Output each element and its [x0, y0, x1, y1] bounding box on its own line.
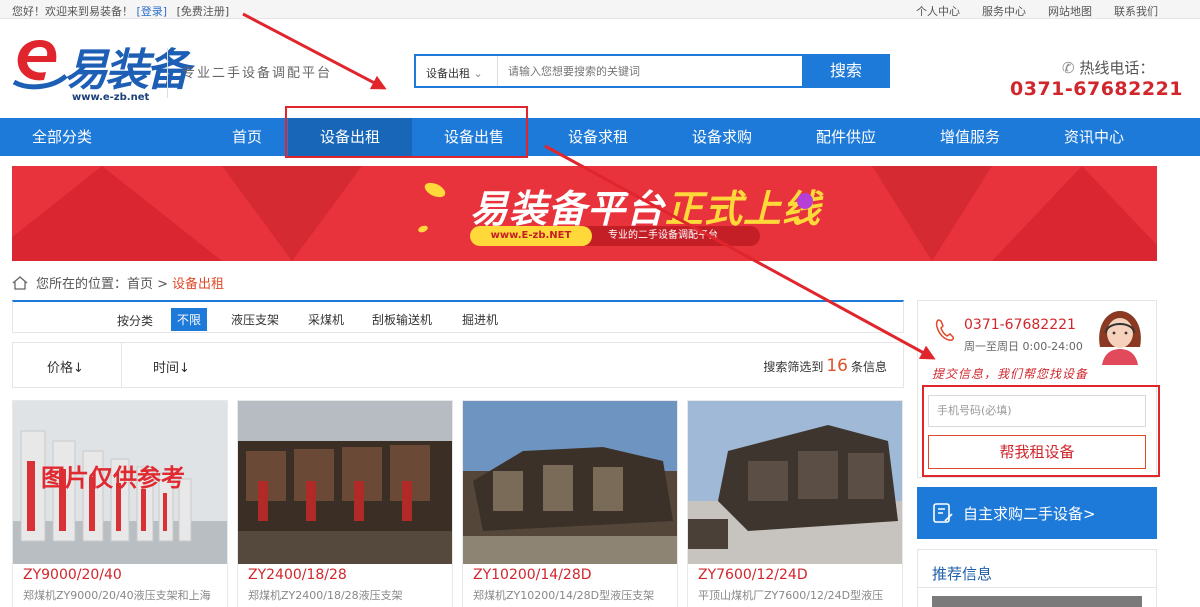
- product-card[interactable]: 图片仅供参考 ZY9000/20/40 郑煤机ZY9000/20/40液压支架和…: [12, 400, 228, 607]
- top-bar-left: 您好！欢迎来到易装备！ [登录] [免费注册]: [12, 3, 229, 19]
- nav-item-parts[interactable]: 配件供应: [784, 118, 908, 156]
- product-image[interactable]: [238, 401, 452, 564]
- product-title[interactable]: ZY9000/20/40: [23, 567, 122, 583]
- sidebar-hours: 周一至周日 0:00-24:00: [964, 340, 1083, 353]
- filter-option-roadheader[interactable]: 掘进机: [456, 308, 504, 331]
- hotline-label-text: 热线电话：: [1079, 59, 1155, 77]
- result-suffix: 条信息: [850, 360, 887, 374]
- self-purchase-label: 自主求购二手设备>: [963, 505, 1096, 523]
- nav-item-news[interactable]: 资讯中心: [1032, 118, 1156, 156]
- top-bar: 您好！欢迎来到易装备！ [登录] [免费注册] 个人中心 服务中心 网站地图 联…: [0, 0, 1200, 19]
- result-count: 搜索筛选到 16 条信息: [763, 356, 887, 376]
- product-card[interactable]: ZY10200/14/28D 郑煤机ZY10200/14/28D型液压支架: [462, 400, 678, 607]
- product-desc: 郑煤机ZY9000/20/40液压支架和上海: [23, 589, 211, 602]
- result-prefix: 搜索筛选到: [763, 360, 824, 374]
- nav-item-value-added[interactable]: 增值服务: [908, 118, 1032, 156]
- customer-service-avatar: [1099, 311, 1141, 365]
- filter-option-all[interactable]: 不限: [171, 308, 208, 331]
- site-map-link[interactable]: 网站地图: [1048, 3, 1092, 19]
- login-link[interactable]: [登录]: [137, 5, 168, 18]
- chevron-down-icon: ⌄: [473, 67, 483, 80]
- sidebar-tip: 提交信息，我们帮您找设备: [932, 367, 1089, 381]
- edit-form-icon: [933, 503, 953, 523]
- home-icon: [12, 275, 28, 290]
- result-number: 16: [826, 356, 848, 376]
- main-nav: 全部分类 首页 设备出租 设备出售 设备求租 设备求购 配件供应 增值服务 资讯…: [0, 118, 1200, 156]
- banner-url: www.E-zb.NET: [470, 226, 592, 246]
- product-title[interactable]: ZY2400/18/28: [248, 567, 347, 583]
- product-image[interactable]: 图片仅供参考: [13, 401, 227, 564]
- filter-label: 按分类: [117, 314, 154, 328]
- help-rent-button[interactable]: 帮我租设备: [928, 435, 1146, 469]
- product-desc: 平顶山煤机厂ZY7600/12/24D型液压: [698, 589, 884, 602]
- breadcrumb-prefix: 您所在的位置：首页 >: [36, 277, 169, 292]
- sort-by-time[interactable]: 时间↓: [153, 357, 190, 376]
- filter-option-shearer[interactable]: 采煤机: [302, 308, 350, 331]
- nav-item-sell[interactable]: 设备出售: [412, 118, 536, 156]
- product-desc: 郑煤机ZY2400/18/28液压支架: [248, 589, 403, 602]
- decor-shape: [417, 224, 429, 234]
- category-filter: 按分类 不限 液压支架 采煤机 刮板输送机 掘进机: [12, 300, 904, 333]
- site-logo[interactable]: 易装备 www.e-zb.net: [12, 32, 190, 106]
- product-image[interactable]: [688, 401, 902, 564]
- filter-option-scraper-conveyor[interactable]: 刮板输送机: [366, 308, 438, 331]
- promo-banner[interactable]: 易装备平台正式上线 www.E-zb.NET 专业的二手设备调配平台: [12, 166, 1157, 261]
- nav-item-want-buy[interactable]: 设备求购: [660, 118, 784, 156]
- site-slogan: 专业二手设备调配平台: [182, 66, 333, 81]
- logo-divider: [167, 48, 168, 98]
- nav-item-rent[interactable]: 设备出租: [288, 118, 412, 156]
- register-link[interactable]: [免费注册]: [177, 5, 230, 18]
- logo-e-icon: [12, 40, 68, 90]
- phone-icon: ✆: [1062, 59, 1075, 77]
- logo-text: 易装备: [64, 45, 190, 96]
- search-input[interactable]: [500, 56, 800, 86]
- service-center-link[interactable]: 服务中心: [982, 3, 1026, 19]
- banner-pill: www.E-zb.NET 专业的二手设备调配平台: [470, 226, 760, 246]
- phone-call-icon: [935, 319, 954, 341]
- logo-url: www.e-zb.net: [72, 92, 150, 103]
- phone-number-input[interactable]: 手机号码(必填): [928, 395, 1146, 427]
- breadcrumb: 您所在的位置：首页 > 设备出租: [12, 273, 224, 292]
- search-bar: 设备出租 ⌄ 搜索: [414, 54, 890, 88]
- product-title[interactable]: ZY7600/12/24D: [698, 567, 808, 583]
- decor-dot: [794, 218, 801, 225]
- recommended-thumbnail[interactable]: [932, 596, 1142, 607]
- recommended-title: 推荐信息: [932, 565, 993, 583]
- sort-bar: 价格↓ 时间↓ 搜索筛选到 16 条信息: [12, 342, 904, 388]
- top-bar-links: 个人中心 服务中心 网站地图 联系我们: [916, 3, 1158, 19]
- recommended-panel: 推荐信息: [917, 549, 1157, 607]
- greeting-text: 您好！欢迎来到易装备！: [12, 5, 133, 18]
- sidebar-phone: 0371-67682221: [964, 317, 1076, 333]
- search-category-value: 设备出租: [426, 67, 470, 80]
- hotline-number: 0371-67682221: [1010, 78, 1184, 100]
- product-card[interactable]: ZY2400/18/28 郑煤机ZY2400/18/28液压支架: [237, 400, 453, 607]
- sort-by-price[interactable]: 价格↓: [47, 357, 84, 376]
- decor-dot: [797, 193, 813, 209]
- personal-center-link[interactable]: 个人中心: [916, 3, 960, 19]
- self-purchase-button[interactable]: 自主求购二手设备>: [917, 487, 1157, 539]
- nav-item-want-rent[interactable]: 设备求租: [536, 118, 660, 156]
- nav-all-categories[interactable]: 全部分类: [0, 118, 130, 156]
- product-title[interactable]: ZY10200/14/28D: [473, 567, 592, 583]
- product-image-watermark: 图片仅供参考: [41, 464, 185, 492]
- banner-headline-part-a: 易装备平台: [470, 187, 666, 231]
- decor-shape: [422, 179, 448, 201]
- breadcrumb-current: 设备出租: [172, 277, 225, 292]
- product-image[interactable]: [463, 401, 677, 564]
- sort-divider: [121, 343, 122, 387]
- hotline-label: ✆ 热线电话：: [1062, 57, 1154, 78]
- banner-headline: 易装备平台正式上线: [470, 178, 821, 233]
- search-category-select[interactable]: 设备出租 ⌄: [416, 56, 498, 86]
- banner-tagline: 专业的二手设备调配平台: [608, 230, 718, 241]
- search-button[interactable]: 搜索: [802, 54, 890, 88]
- product-card[interactable]: ZY7600/12/24D 平顶山煤机厂ZY7600/12/24D型液压: [687, 400, 903, 607]
- contact-us-link[interactable]: 联系我们: [1114, 3, 1158, 19]
- sidebar-request-form: 0371-67682221 周一至周日 0:00-24:00 提交信息，我们帮您…: [917, 300, 1157, 478]
- filter-option-hydraulic-support[interactable]: 液压支架: [225, 308, 285, 331]
- product-desc: 郑煤机ZY10200/14/28D型液压支架: [473, 589, 655, 602]
